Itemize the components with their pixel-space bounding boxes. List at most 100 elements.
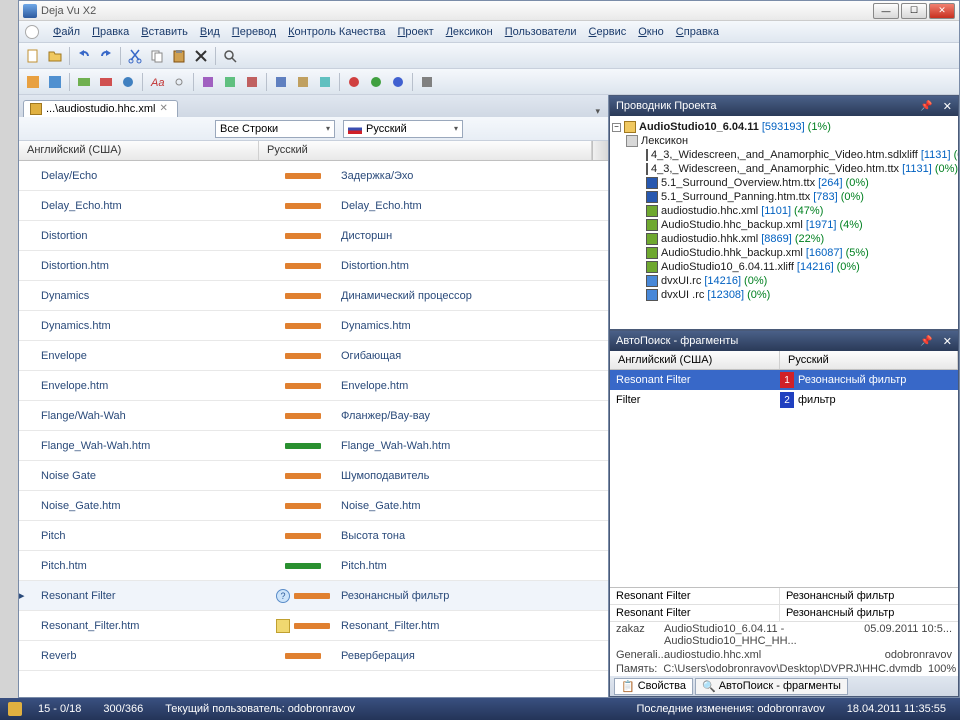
tree-file[interactable]: dvxUI .rc [12308] (0%): [612, 288, 956, 302]
table-row[interactable]: Noise GateШумоподавитель: [19, 461, 608, 491]
doc-tab[interactable]: ...\audiostudio.hhc.xml ✕: [23, 100, 178, 117]
close-icon[interactable]: ✕: [159, 103, 171, 115]
table-row[interactable]: DynamicsДинамический процессор: [19, 281, 608, 311]
tool-d-icon[interactable]: [96, 72, 116, 92]
table-row[interactable]: Flange_Wah-Wah.htmFlange_Wah-Wah.htm: [19, 431, 608, 461]
tree-file[interactable]: audiostudio.hhc.xml [1101] (47%): [612, 204, 956, 218]
table-row[interactable]: ▸Resonant Filter?Резонансный фильтр: [19, 581, 608, 611]
menu-вид[interactable]: Вид: [194, 24, 226, 40]
menu-контроль качества[interactable]: Контроль Качества: [282, 24, 391, 40]
pin-icon[interactable]: 📌: [920, 336, 932, 347]
tool-l-icon[interactable]: [344, 72, 364, 92]
cell-source: Noise_Gate.htm: [33, 500, 273, 512]
app-window: Deja Vu X2 — ☐ ✕ ФайлПравкаВставитьВидПе…: [18, 0, 960, 698]
menu-сервис[interactable]: Сервис: [583, 24, 633, 40]
table-row[interactable]: Delay/EchoЗадержка/Эхо: [19, 161, 608, 191]
table-row[interactable]: Pitch.htmPitch.htm: [19, 551, 608, 581]
project-tree[interactable]: − AudioStudio10_6.04.11 [593193] (1%) Ле…: [610, 116, 958, 329]
menu-файл[interactable]: Файл: [47, 24, 86, 40]
minimize-button[interactable]: —: [873, 3, 899, 19]
tab-autosearch[interactable]: 🔍 АвтоПоиск - фрагменты: [695, 678, 848, 695]
as-header-source[interactable]: Английский (США): [610, 351, 780, 369]
as-header-target[interactable]: Русский: [780, 351, 958, 369]
tool-k-icon[interactable]: [315, 72, 335, 92]
close-button[interactable]: ✕: [929, 3, 955, 19]
autosearch-row[interactable]: Resonant Filter1Резонансный фильтр: [610, 370, 958, 390]
tool-n-icon[interactable]: [388, 72, 408, 92]
table-row[interactable]: Envelope.htmEnvelope.htm: [19, 371, 608, 401]
tree-file[interactable]: AudioStudio.hhc_backup.xml [1971] (4%): [612, 218, 956, 232]
tree-file[interactable]: audiostudio.hhk.xml [8869] (22%): [612, 232, 956, 246]
header-target[interactable]: Русский: [259, 141, 592, 160]
tool-f-icon[interactable]: [198, 72, 218, 92]
menu-правка[interactable]: Правка: [86, 24, 135, 40]
table-row[interactable]: ReverbРеверберация: [19, 641, 608, 671]
table-row[interactable]: Distortion.htmDistortion.htm: [19, 251, 608, 281]
tool-a-icon[interactable]: [23, 72, 43, 92]
file-icon: [30, 103, 42, 115]
tree-file[interactable]: 4_3,_Widescreen,_and_Anamorphic_Video.ht…: [612, 148, 956, 162]
menu-справка[interactable]: Справка: [670, 24, 725, 40]
tree-file[interactable]: 5.1_Surround_Overview.htm.ttx [264] (0%): [612, 176, 956, 190]
tool-b-icon[interactable]: [45, 72, 65, 92]
delete-icon[interactable]: [191, 46, 211, 66]
tree-toggle-icon[interactable]: −: [612, 123, 621, 132]
menu-вставить[interactable]: Вставить: [135, 24, 194, 40]
table-row[interactable]: Resonant_Filter.htmResonant_Filter.htm: [19, 611, 608, 641]
table-row[interactable]: Delay_Echo.htmDelay_Echo.htm: [19, 191, 608, 221]
pin-icon[interactable]: 📌: [920, 101, 932, 112]
close-icon[interactable]: ✕: [943, 335, 952, 348]
table-row[interactable]: EnvelopeОгибающая: [19, 341, 608, 371]
cell-source: Pitch.htm: [33, 560, 273, 572]
table-row[interactable]: DistortionДисторшн: [19, 221, 608, 251]
maximize-button[interactable]: ☐: [901, 3, 927, 19]
close-icon[interactable]: ✕: [943, 100, 952, 113]
tool-i-icon[interactable]: [271, 72, 291, 92]
filter-lang-select[interactable]: Русский ▾: [343, 120, 463, 138]
cut-icon[interactable]: [125, 46, 145, 66]
chevron-down-icon[interactable]: ▾: [591, 106, 604, 117]
undo-icon[interactable]: [74, 46, 94, 66]
link-icon[interactable]: [169, 72, 189, 92]
file-icon: [646, 163, 648, 175]
menu-лексикон[interactable]: Лексикон: [440, 24, 499, 40]
table-row[interactable]: PitchВысота тона: [19, 521, 608, 551]
open-icon[interactable]: [45, 46, 65, 66]
table-row[interactable]: Dynamics.htmDynamics.htm: [19, 311, 608, 341]
grid-body[interactable]: Delay/EchoЗадержка/ЭхоDelay_Echo.htmDela…: [19, 161, 608, 697]
tree-file[interactable]: AudioStudio.hhk_backup.xml [16087] (5%): [612, 246, 956, 260]
status-bar-icon: [285, 533, 321, 539]
search-icon[interactable]: [220, 46, 240, 66]
tool-g-icon[interactable]: [220, 72, 240, 92]
tree-file[interactable]: AudioStudio10_6.04.11.xliff [14216] (0%): [612, 260, 956, 274]
tab-properties[interactable]: 📋 Свойства: [614, 678, 693, 695]
tree-file[interactable]: 5.1_Surround_Panning.htm.ttx [783] (0%): [612, 190, 956, 204]
app-icon: [23, 4, 37, 18]
tree-file[interactable]: dvxUI.rc [14216] (0%): [612, 274, 956, 288]
menu-пользователи[interactable]: Пользователи: [499, 24, 583, 40]
tool-j-icon[interactable]: [293, 72, 313, 92]
menu-окно[interactable]: Окно: [632, 24, 670, 40]
menu-перевод[interactable]: Перевод: [226, 24, 282, 40]
tool-o-icon[interactable]: [417, 72, 437, 92]
app-title: Deja Vu X2: [41, 5, 96, 17]
menu-проект[interactable]: Проект: [391, 24, 439, 40]
table-row[interactable]: Flange/Wah-WahФланжер/Вау-вау: [19, 401, 608, 431]
copy-icon[interactable]: [147, 46, 167, 66]
file-icon: [646, 275, 658, 287]
header-source[interactable]: Английский (США): [19, 141, 259, 160]
tree-file[interactable]: 4_3,_Widescreen,_and_Anamorphic_Video.ht…: [612, 162, 956, 176]
redo-icon[interactable]: [96, 46, 116, 66]
tool-e-icon[interactable]: [118, 72, 138, 92]
tool-m-icon[interactable]: [366, 72, 386, 92]
tool-c-icon[interactable]: [74, 72, 94, 92]
font-icon[interactable]: Aa: [147, 72, 167, 92]
cell-source: Noise Gate: [33, 470, 273, 482]
autosearch-body[interactable]: Resonant Filter1Резонансный фильтрFilter…: [610, 370, 958, 587]
table-row[interactable]: Noise_Gate.htmNoise_Gate.htm: [19, 491, 608, 521]
new-icon[interactable]: [23, 46, 43, 66]
paste-icon[interactable]: [169, 46, 189, 66]
tool-h-icon[interactable]: [242, 72, 262, 92]
filter-rows-select[interactable]: Все Строки ▾: [215, 120, 335, 138]
autosearch-row[interactable]: Filter2фильтр: [610, 390, 958, 410]
